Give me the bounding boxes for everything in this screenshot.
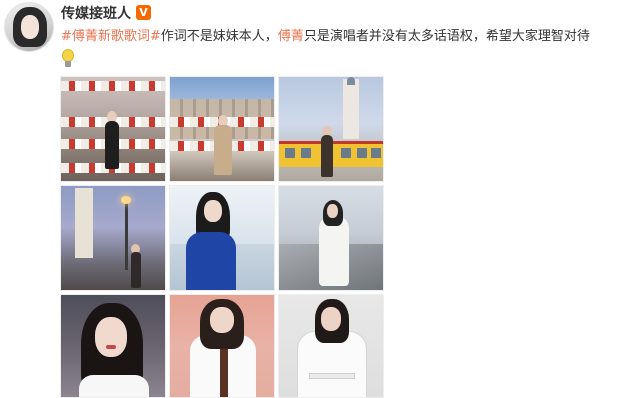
photo-closeup-portrait[interactable]	[60, 294, 166, 398]
mention-link[interactable]: 傅菁	[278, 29, 304, 44]
photo-street-beige-coat[interactable]	[169, 76, 275, 182]
post-text-segment: 只是演唱者并没有太多话语权，希望大家理智对待	[303, 29, 590, 44]
post-text: #傅菁新歌歌词#作词不是妹妹本人，傅菁只是演唱者并没有太多话语权，希望大家理智对…	[61, 28, 631, 46]
hashtag-link[interactable]: #傅菁新歌歌词#	[61, 29, 161, 44]
avatar[interactable]	[4, 2, 54, 52]
photo-evening-street[interactable]	[60, 185, 166, 291]
photo-street-collage[interactable]	[60, 76, 166, 182]
photo-white-coat-pier[interactable]	[278, 185, 384, 291]
username[interactable]: 传媒接班人	[61, 5, 131, 23]
photo-white-shirt-tie[interactable]	[169, 294, 275, 398]
photo-grid	[59, 76, 384, 398]
lightbulb-icon	[61, 49, 75, 69]
avatar-face	[21, 15, 39, 39]
verified-badge-icon: V	[136, 5, 151, 20]
photo-yellow-tram[interactable]	[278, 76, 384, 182]
post-text-segment: 作词不是妹妹本人，	[160, 29, 278, 44]
photo-white-robe[interactable]	[278, 294, 384, 398]
photo-blue-coat-seaside[interactable]	[169, 185, 275, 291]
